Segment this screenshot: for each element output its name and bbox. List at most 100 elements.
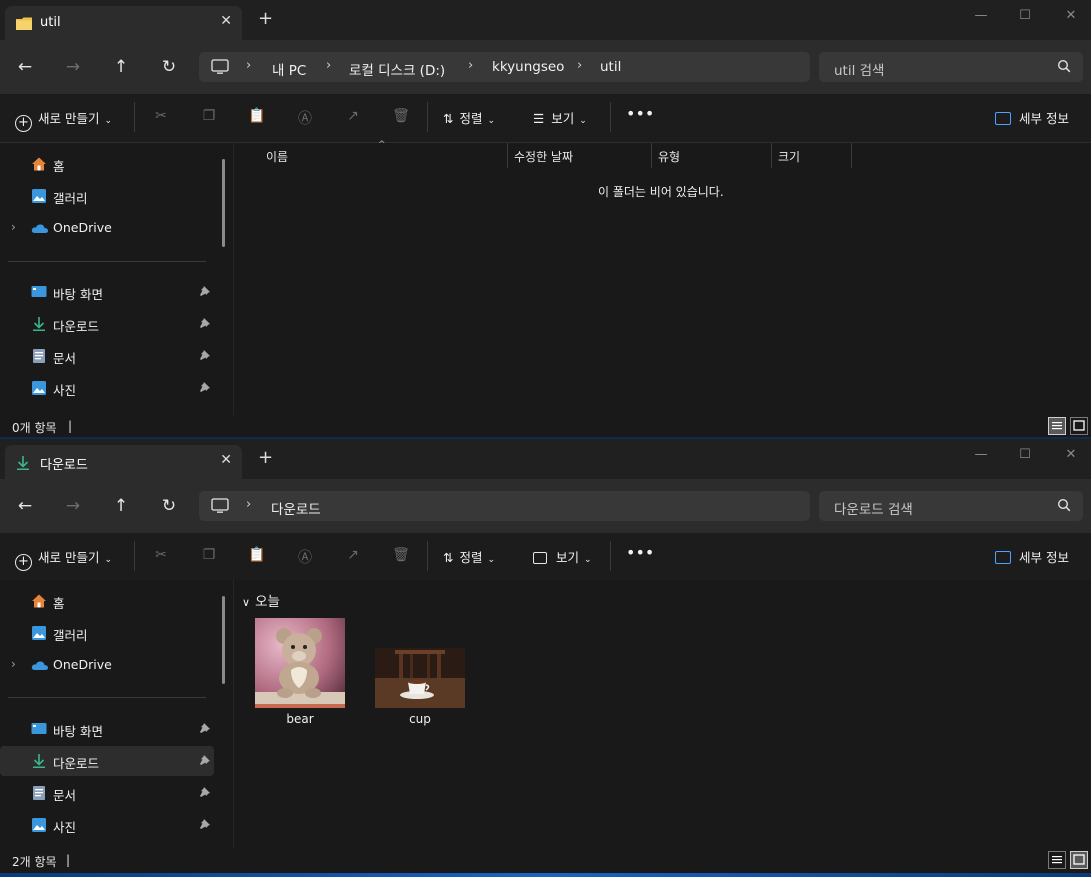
sidebar-item-gallery[interactable]: 갤러리: [0, 618, 214, 648]
sort-button[interactable]: ⇅ 정렬 ⌄: [443, 108, 495, 127]
sort-button[interactable]: ⇅ 정렬 ⌄: [443, 547, 495, 566]
sidebar-item-desktop[interactable]: 바탕 화면: [0, 277, 214, 307]
file-item-cup[interactable]: cup: [375, 618, 465, 726]
minimize-icon[interactable]: —: [958, 441, 1004, 469]
pin-icon[interactable]: [199, 381, 211, 396]
view-button[interactable]: 보기 ⌄: [533, 547, 592, 566]
up-arrow-icon[interactable]: ↑: [109, 55, 133, 79]
pin-icon[interactable]: [199, 754, 211, 769]
cut-icon[interactable]: ✂: [151, 108, 171, 128]
breadcrumb-this-pc[interactable]: 내 PC: [272, 59, 306, 79]
delete-icon[interactable]: 🗑: [391, 547, 411, 567]
sidebar-item-home[interactable]: 홈: [0, 149, 214, 179]
share-icon[interactable]: ↗: [343, 108, 363, 128]
column-header-date-modified[interactable]: 수정한 날짜: [514, 148, 573, 173]
details-view-icon[interactable]: [1048, 851, 1066, 869]
details-pane-button[interactable]: 세부 정보: [995, 547, 1069, 566]
tab-title: 다운로드: [40, 458, 88, 473]
refresh-icon[interactable]: ↻: [157, 494, 181, 518]
this-pc-icon: [211, 498, 229, 517]
sidebar-scrollbar[interactable]: [222, 159, 225, 247]
new-button[interactable]: + 새로 만들기 ⌄: [15, 108, 112, 132]
rename-icon[interactable]: Ⓐ: [295, 108, 315, 128]
forward-arrow-icon[interactable]: →: [61, 494, 85, 518]
sidebar-item-documents[interactable]: 문서: [0, 778, 214, 808]
breadcrumb-util[interactable]: util: [600, 59, 621, 75]
maximize-icon[interactable]: ☐: [1002, 441, 1048, 469]
tab-util[interactable]: util ✕: [5, 6, 242, 40]
search-input[interactable]: util 검색: [819, 52, 1083, 82]
sidebar-scrollbar[interactable]: [222, 596, 225, 684]
sidebar-item-desktop[interactable]: 바탕 화면: [0, 714, 214, 744]
column-divider[interactable]: [651, 143, 652, 168]
this-pc-icon: [211, 59, 229, 78]
close-tab-icon[interactable]: ✕: [220, 13, 232, 29]
sidebar-item-pictures[interactable]: 사진: [0, 810, 214, 840]
more-options-icon[interactable]: •••: [626, 104, 654, 123]
forward-arrow-icon[interactable]: →: [61, 55, 85, 79]
rename-icon[interactable]: Ⓐ: [295, 547, 315, 567]
new-tab-icon[interactable]: +: [258, 449, 273, 467]
address-bar[interactable]: › 내 PC › 로컬 디스크 (D:) › kkyungseo › util: [199, 52, 810, 82]
column-header-type[interactable]: 유형: [658, 148, 680, 173]
up-arrow-icon[interactable]: ↑: [109, 494, 133, 518]
tab-downloads[interactable]: 다운로드 ✕: [5, 445, 242, 479]
group-header-today[interactable]: ∨ 오늘: [242, 590, 280, 610]
close-window-icon[interactable]: ✕: [1048, 441, 1091, 469]
breadcrumb-downloads[interactable]: 다운로드: [271, 498, 321, 518]
view-button[interactable]: ☰ 보기 ⌄: [533, 108, 587, 127]
share-icon[interactable]: ↗: [343, 547, 363, 567]
new-tab-icon[interactable]: +: [258, 10, 273, 28]
chevron-right-icon[interactable]: ›: [11, 220, 16, 234]
pin-icon[interactable]: [199, 349, 211, 364]
address-bar[interactable]: › 다운로드: [199, 491, 810, 521]
search-input[interactable]: 다운로드 검색: [819, 491, 1083, 521]
details-view-icon[interactable]: [1048, 417, 1066, 435]
chevron-down-icon: ⌄: [584, 555, 592, 565]
sidebar-item-onedrive[interactable]: › OneDrive: [0, 213, 214, 243]
sidebar-item-home[interactable]: 홈: [0, 586, 214, 616]
maximize-icon[interactable]: ☐: [1002, 2, 1048, 30]
breadcrumb-local-disk[interactable]: 로컬 디스크 (D:): [349, 59, 445, 79]
file-item-bear[interactable]: bear: [255, 618, 345, 726]
minimize-icon[interactable]: —: [958, 2, 1004, 30]
delete-icon[interactable]: 🗑: [391, 108, 411, 128]
paste-icon[interactable]: 📋: [247, 547, 267, 567]
refresh-icon[interactable]: ↻: [157, 55, 181, 79]
back-arrow-icon[interactable]: ←: [13, 55, 37, 79]
close-window-icon[interactable]: ✕: [1048, 2, 1091, 30]
sidebar-item-documents[interactable]: 문서: [0, 341, 214, 371]
close-tab-icon[interactable]: ✕: [220, 452, 232, 468]
pin-icon[interactable]: [199, 722, 211, 737]
details-button-label: 세부 정보: [1019, 111, 1069, 126]
pin-icon[interactable]: [199, 818, 211, 833]
column-divider[interactable]: [851, 143, 852, 168]
cut-icon[interactable]: ✂: [151, 547, 171, 567]
paste-icon[interactable]: 📋: [247, 108, 267, 128]
large-icons-view-icon[interactable]: [1070, 417, 1088, 435]
large-icons-view-icon[interactable]: [1070, 851, 1088, 869]
sidebar-item-downloads[interactable]: 다운로드: [0, 746, 214, 776]
column-divider[interactable]: [507, 143, 508, 168]
breadcrumb-chevron-icon: ›: [246, 497, 252, 512]
cup-thumbnail: [375, 648, 465, 708]
breadcrumb-kkyungseo[interactable]: kkyungseo: [492, 59, 564, 75]
pin-icon[interactable]: [199, 786, 211, 801]
column-divider[interactable]: [771, 143, 772, 168]
column-header-name[interactable]: 이름: [266, 148, 288, 173]
sidebar-item-downloads[interactable]: 다운로드: [0, 309, 214, 339]
sidebar-item-pictures[interactable]: 사진: [0, 373, 214, 403]
new-button[interactable]: + 새로 만들기 ⌄: [15, 547, 112, 571]
file-list-pane: ^ 이름 수정한 날짜 유형 크기 이 폴더는 비어 있습니다.: [234, 140, 1091, 415]
more-options-icon[interactable]: •••: [626, 543, 654, 562]
details-pane-button[interactable]: 세부 정보: [995, 108, 1069, 127]
sidebar-item-gallery[interactable]: 갤러리: [0, 181, 214, 211]
back-arrow-icon[interactable]: ←: [13, 494, 37, 518]
copy-icon[interactable]: ❐: [199, 108, 219, 128]
pin-icon[interactable]: [199, 285, 211, 300]
pin-icon[interactable]: [199, 317, 211, 332]
sidebar-item-onedrive[interactable]: › OneDrive: [0, 650, 214, 680]
copy-icon[interactable]: ❐: [199, 547, 219, 567]
chevron-right-icon[interactable]: ›: [11, 657, 16, 671]
column-header-size[interactable]: 크기: [778, 148, 800, 173]
